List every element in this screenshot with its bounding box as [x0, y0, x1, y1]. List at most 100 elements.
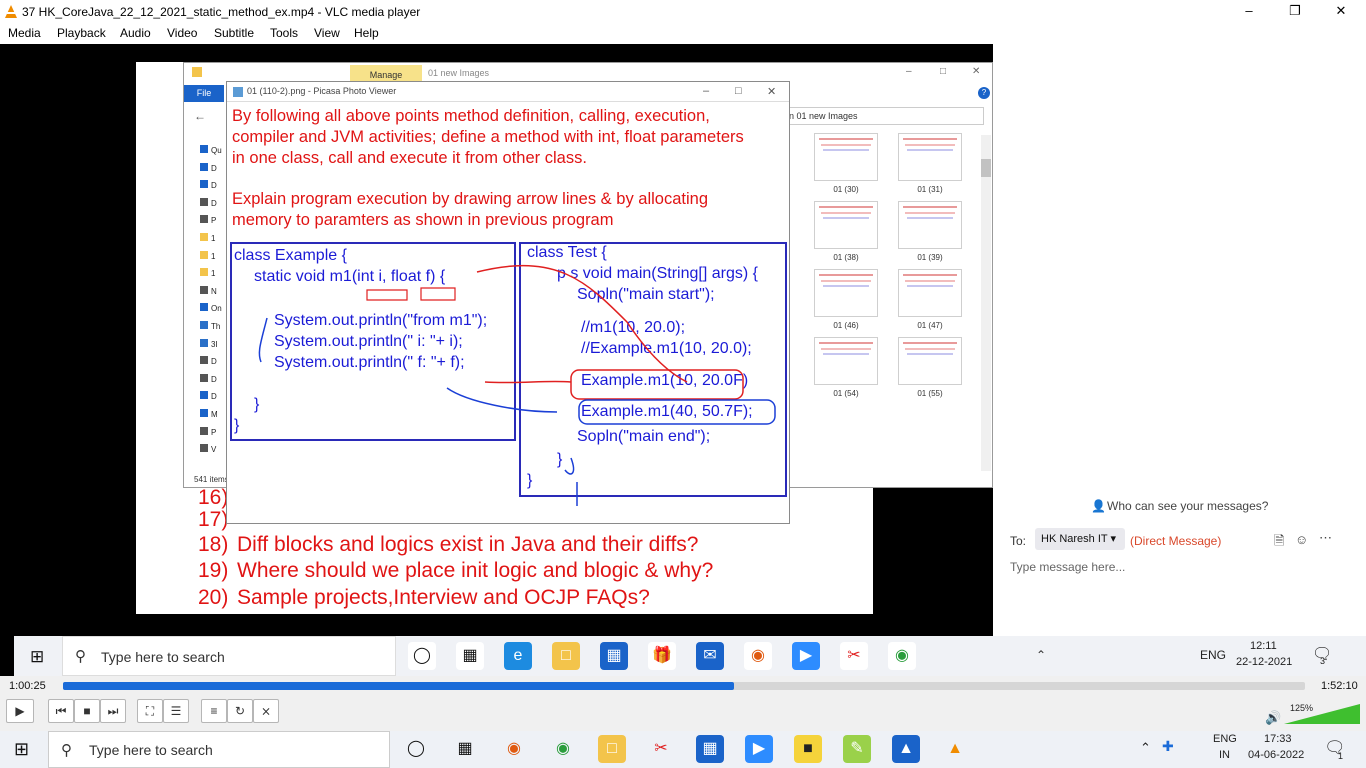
shuffle-button[interactable]: ⨯ — [253, 699, 279, 723]
menu-tools[interactable]: Tools — [270, 26, 298, 40]
nav-item[interactable]: D — [200, 162, 217, 173]
nav-item[interactable]: D — [200, 373, 217, 384]
menu-subtitle[interactable]: Subtitle — [214, 26, 254, 40]
tray-plus-icon[interactable]: ✚ — [1162, 738, 1174, 755]
close-button[interactable]: ✕ — [1318, 0, 1364, 24]
windows-start-icon: ⊞ — [30, 647, 45, 666]
explorer-minimize-button[interactable]: – — [906, 66, 912, 77]
sticky-notes-icon[interactable]: ■ — [794, 735, 822, 763]
image-thumbnail[interactable] — [898, 201, 962, 249]
previous-button[interactable]: ⏮ — [48, 699, 74, 723]
record-icon[interactable]: ◉ — [500, 735, 528, 763]
nav-folder-icon — [200, 145, 208, 153]
nav-item[interactable]: D — [200, 180, 217, 190]
file-tab[interactable]: File — [184, 85, 224, 102]
menu-media[interactable]: Media — [8, 26, 41, 40]
explorer-search-box[interactable]: n 01 new Images — [784, 107, 984, 125]
start-icon[interactable]: ⊞ — [14, 739, 29, 760]
video-taskbar-apps: ◯ ▦ e □ ▦ 🎁 ✉ ◉ ▶ ✂ ◉ — [408, 642, 948, 670]
nav-item[interactable]: P — [200, 426, 216, 437]
taskbar-time[interactable]: 17:33 — [1264, 733, 1292, 745]
playlist-button[interactable]: ≡ — [201, 699, 227, 723]
taskbar-date[interactable]: 04-06-2022 — [1248, 749, 1304, 761]
file-icon[interactable]: 🗎 — [1274, 532, 1284, 554]
fullscreen-button[interactable]: ⛶ — [137, 699, 163, 723]
nav-item[interactable]: D — [200, 197, 217, 208]
nav-item[interactable]: Th — [200, 321, 220, 331]
menu-help[interactable]: Help — [354, 26, 379, 40]
notification-count: 3 — [1320, 656, 1326, 666]
tray-up-arrow-icon[interactable]: ⌃ — [1140, 740, 1151, 756]
image-thumbnail[interactable] — [814, 337, 878, 385]
zoom-icon[interactable]: ▶ — [745, 735, 773, 763]
taskbar-region[interactable]: IN — [1219, 749, 1230, 761]
play-button[interactable]: ▶ — [6, 699, 34, 723]
image-thumbnail[interactable] — [898, 337, 962, 385]
image-thumbnail[interactable] — [814, 269, 878, 317]
nav-item[interactable]: 1 — [200, 268, 215, 278]
nav-folder-icon — [200, 426, 208, 435]
nav-item-label: On — [211, 304, 222, 314]
image-thumbnail[interactable] — [898, 133, 962, 181]
taskbar-search-box[interactable]: ⚲ Type here to search — [48, 731, 390, 768]
stop-button[interactable]: ■ — [74, 699, 100, 723]
nav-item[interactable]: N — [200, 285, 217, 296]
image-thumbnail[interactable] — [898, 269, 962, 317]
restore-button[interactable]: ❐ — [1272, 0, 1318, 24]
file-explorer-icon[interactable]: □ — [598, 735, 626, 763]
nav-item[interactable]: 3I — [200, 338, 218, 349]
taskbar-lang[interactable]: ENG — [1213, 733, 1237, 745]
more-icon[interactable]: ⋯ — [1319, 530, 1332, 546]
nav-item[interactable]: D — [200, 356, 217, 366]
explorer-scrollbar[interactable] — [981, 135, 991, 471]
cortana-icon[interactable]: ◯ — [402, 735, 430, 763]
nav-item[interactable]: P — [200, 215, 216, 225]
snipping-icon[interactable]: ✂ — [647, 735, 675, 763]
snipping-icon: ✂ — [840, 642, 868, 670]
back-arrow-icon[interactable]: ← — [194, 109, 206, 123]
store-icon[interactable]: ▦ — [696, 735, 724, 763]
menu-view[interactable]: View — [314, 26, 340, 40]
nav-item[interactable]: On — [200, 303, 222, 313]
help-icon[interactable]: ? — [978, 87, 990, 99]
next-button[interactable]: ⏭ — [100, 699, 126, 723]
image-thumbnail[interactable] — [814, 133, 878, 181]
vlc-controls: 1:00:25 1:52:10 ▶ ⏮ ■ ⏭ ⛶ ☰ ≡ ↻ ⨯ 🔊 125% — [0, 676, 1366, 731]
vlc-icon[interactable]: ▲ — [941, 735, 969, 763]
recipient-dropdown[interactable]: HK Naresh IT ▾ — [1035, 528, 1125, 550]
menu-playback[interactable]: Playback — [57, 26, 106, 40]
emoji-icon[interactable]: ☺ — [1295, 532, 1308, 547]
chat-privacy-text[interactable]: Who can see your messages? — [1107, 499, 1268, 513]
extended-settings-button[interactable]: ☰ — [163, 699, 189, 723]
nav-item[interactable]: D — [200, 391, 217, 401]
nav-item[interactable]: M — [200, 409, 218, 419]
explorer-close-button[interactable]: ✕ — [972, 66, 980, 77]
chat-message-input[interactable]: Type message here... — [1010, 560, 1350, 580]
menu-audio[interactable]: Audio — [120, 26, 151, 40]
thumbnail-label: 01 (30) — [833, 185, 859, 194]
nav-item[interactable]: Qu — [200, 145, 222, 155]
explorer-maximize-button[interactable]: □ — [940, 66, 946, 77]
slide-item-number: 18) — [198, 533, 229, 556]
seek-progress — [63, 682, 734, 690]
nav-item-label: 1 — [211, 269, 216, 279]
nav-item-label: N — [211, 286, 217, 296]
photos-icon[interactable]: ▲ — [892, 735, 920, 763]
video-search-text: Type here to search — [101, 649, 225, 665]
paint-icon[interactable]: ✎ — [843, 735, 871, 763]
nav-item-label: P — [211, 216, 217, 226]
chrome-profile-icon[interactable]: ◉ — [549, 735, 577, 763]
nav-item[interactable]: V — [200, 444, 216, 454]
video-taskbar-time: 12:11 — [1250, 640, 1277, 652]
nav-item[interactable]: 1 — [200, 250, 215, 261]
minimize-button[interactable]: – — [1226, 0, 1272, 24]
task-view-icon[interactable]: ▦ — [451, 735, 479, 763]
menu-video[interactable]: Video — [167, 26, 197, 40]
nav-folder-icon — [200, 373, 208, 382]
nav-item[interactable]: 1 — [200, 233, 215, 243]
loop-button[interactable]: ↻ — [227, 699, 253, 723]
image-thumbnail[interactable] — [814, 201, 878, 249]
seek-bar[interactable] — [63, 682, 1305, 690]
nav-folder-icon — [200, 303, 208, 312]
speaker-icon[interactable]: 🔊 — [1265, 710, 1281, 726]
